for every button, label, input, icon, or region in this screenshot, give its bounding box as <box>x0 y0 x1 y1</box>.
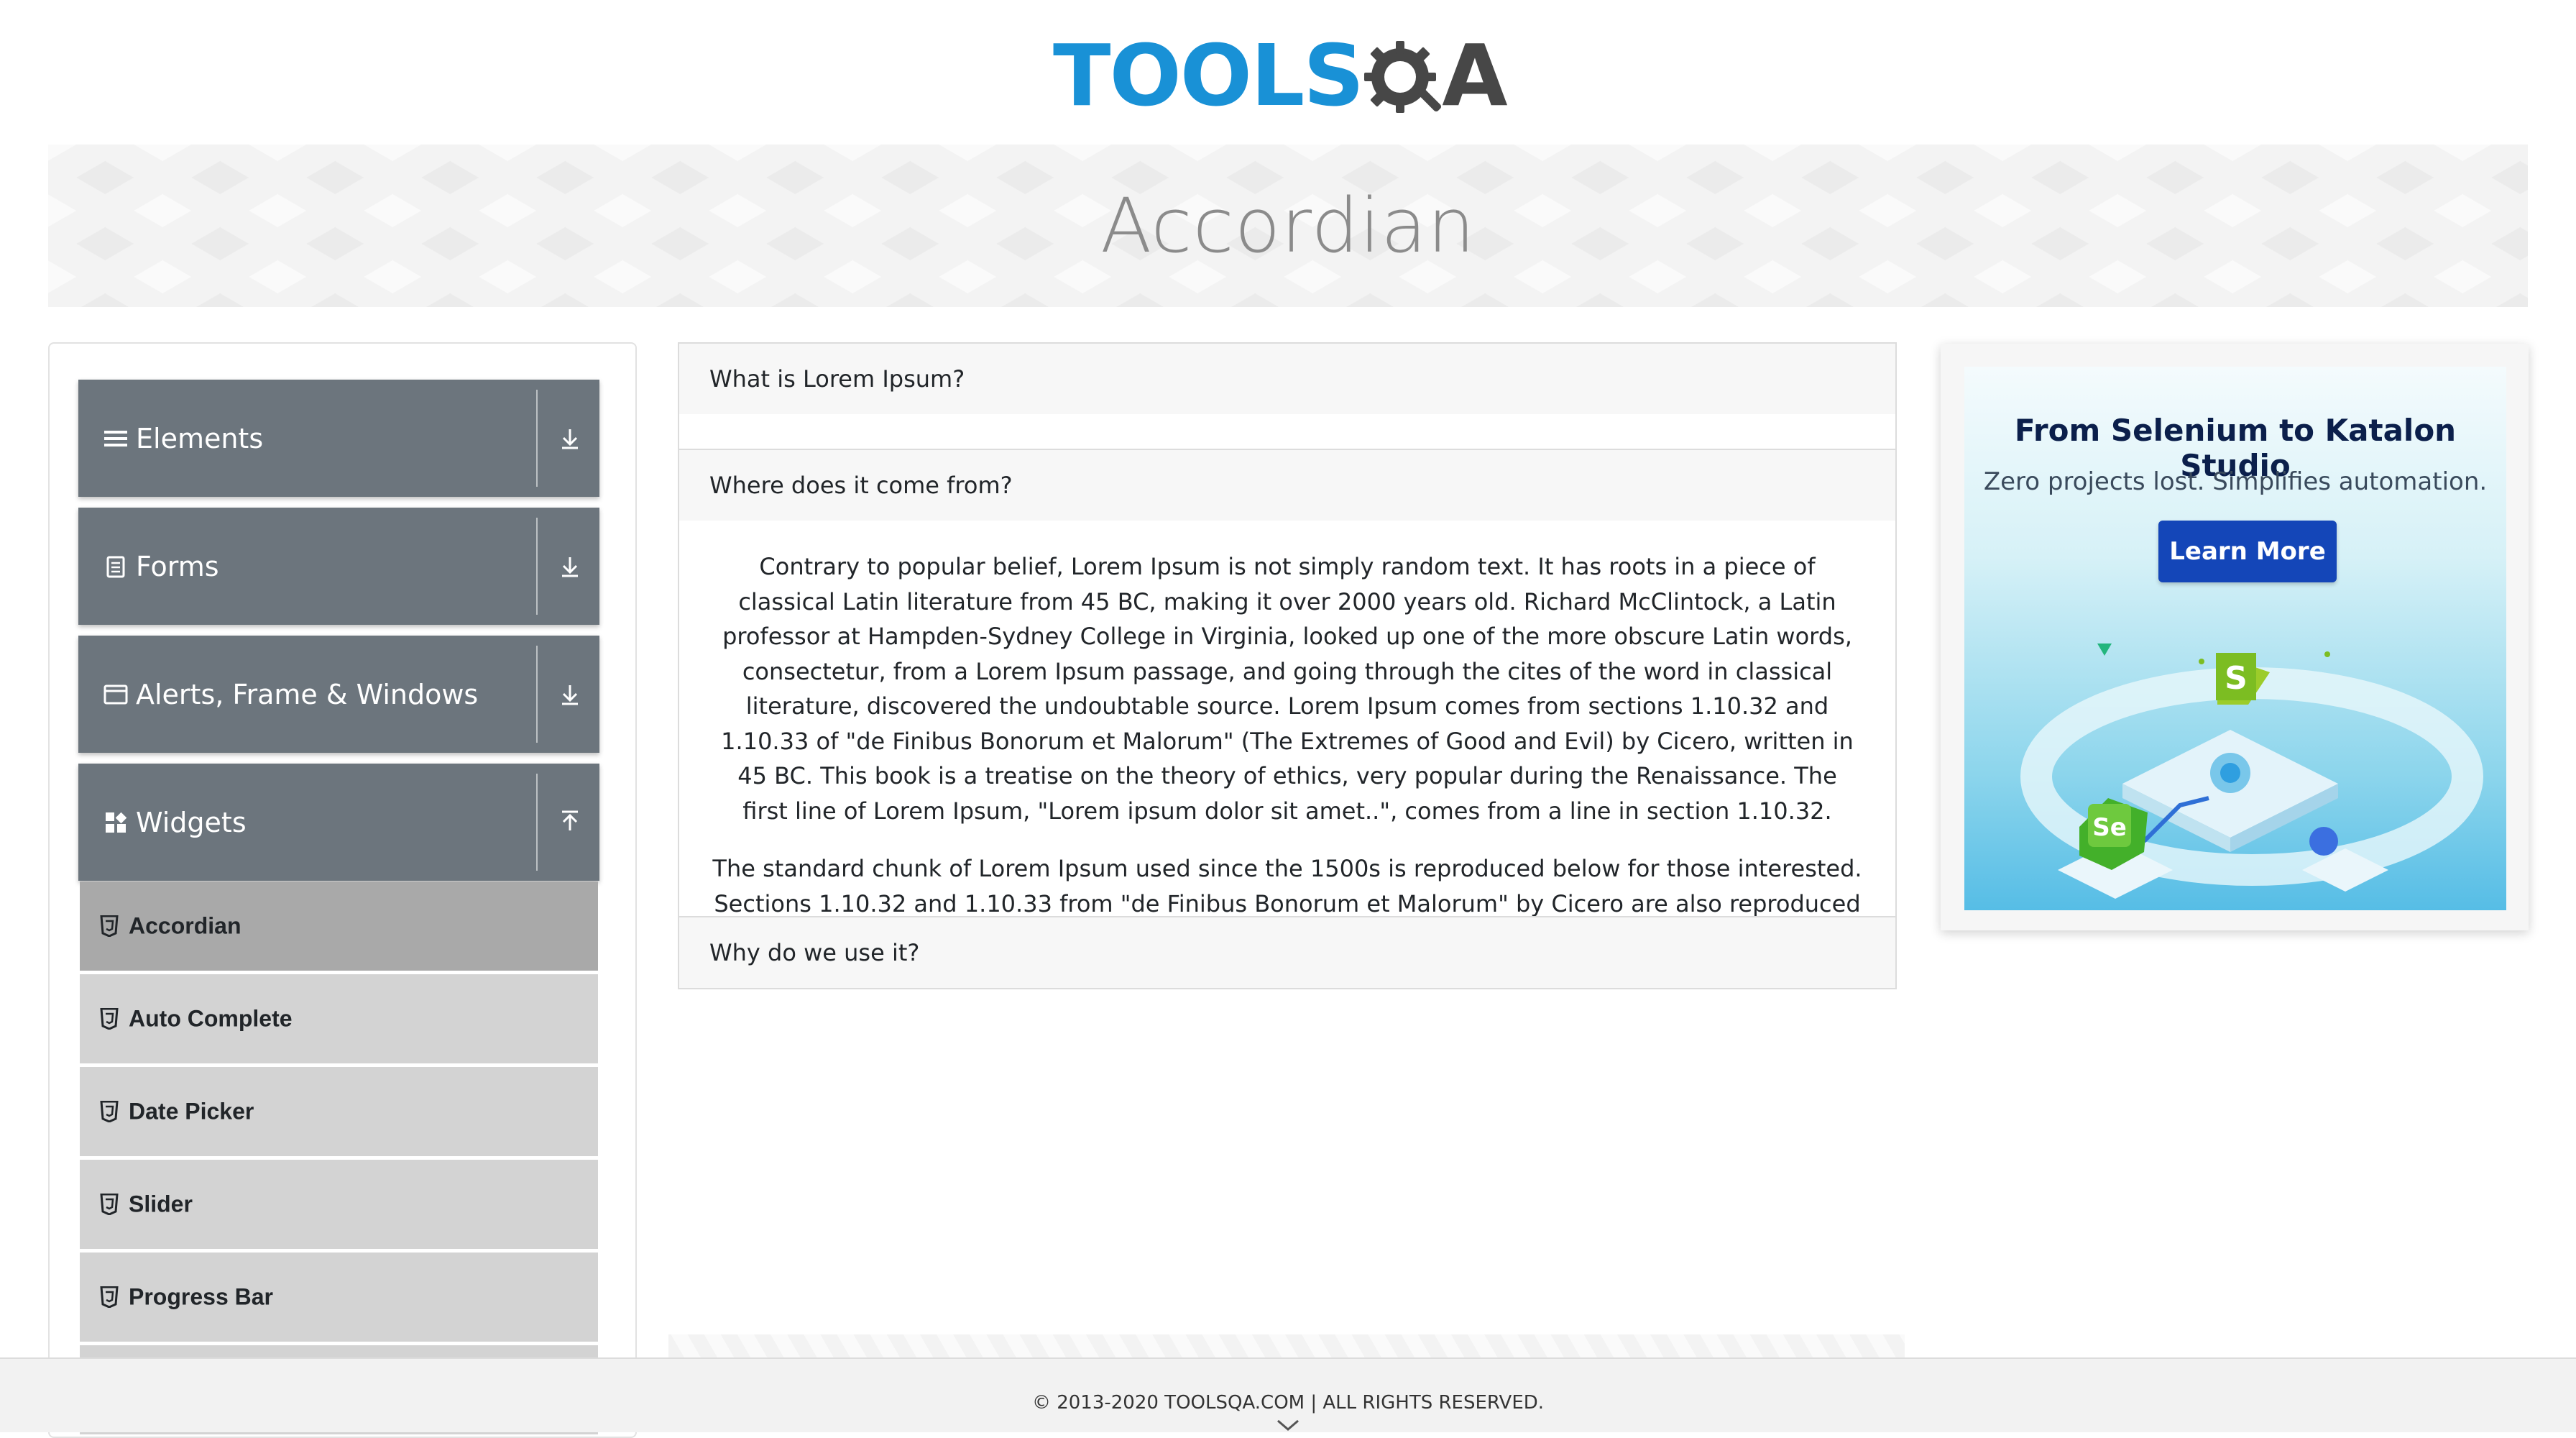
sidebar-item-accordian[interactable]: Accordian <box>80 881 598 971</box>
html5-icon <box>100 915 119 937</box>
sidebar-item-label: Progress Bar <box>129 1283 273 1310</box>
html5-icon <box>100 1194 119 1215</box>
footer: © 2013-2020 TOOLSQA.COM | ALL RIGHTS RES… <box>0 1357 2576 1432</box>
sidebar-group-label: Forms <box>136 550 219 582</box>
sidebar-item-label: Date Picker <box>129 1098 254 1125</box>
ad-subtitle: Zero projects lost. Simplifies automatio… <box>1983 467 2488 496</box>
sidebar-group-label: Elements <box>136 422 264 454</box>
accordion-body-where-from: Contrary to popular belief, Lorem Ipsum … <box>678 521 1897 916</box>
accordion-header-what-is[interactable]: What is Lorem Ipsum? <box>678 342 1897 416</box>
svg-text:S: S <box>2225 660 2248 697</box>
sidebar-group-alerts[interactable]: Alerts, Frame & Windows <box>78 636 599 753</box>
accordion: What is Lorem Ipsum? Where does it come … <box>678 342 1897 989</box>
sidebar-group-elements[interactable]: Elements <box>78 380 599 497</box>
download-arrow-icon <box>562 429 578 449</box>
sidebar-group-widgets[interactable]: Widgets <box>78 764 599 881</box>
sidebar-group-label: Alerts, Frame & Windows <box>136 678 479 710</box>
learn-more-button[interactable]: Learn More <box>2158 521 2337 582</box>
divider <box>536 774 538 871</box>
hamburger-icon <box>104 430 127 446</box>
page-banner: Accordian <box>48 145 2528 307</box>
sidebar-item-label: Slider <box>129 1191 193 1217</box>
sidebar-item-label: Accordian <box>129 912 242 939</box>
widgets-icon <box>106 812 127 833</box>
accordion-heading: Why do we use it? <box>709 939 920 966</box>
sidebar-group-label: Widgets <box>136 806 247 838</box>
accordion-heading: Where does it come from? <box>709 472 1013 499</box>
sidebar-item-label: Auto Complete <box>129 1005 293 1032</box>
form-icon <box>106 556 125 577</box>
download-arrow-icon <box>562 557 578 577</box>
accordion-heading: What is Lorem Ipsum? <box>709 365 965 393</box>
left-sidebar: Elements Forms Alerts, Frame & Windows W… <box>48 342 637 1438</box>
download-arrow-icon <box>562 684 578 705</box>
divider <box>536 518 538 615</box>
logo-text: TOOLS <box>1053 26 1364 125</box>
accordion-paragraph: Contrary to popular belief, Lorem Ipsum … <box>721 553 1854 825</box>
katalon-ad[interactable]: From Selenium to Katalon Studio Zero pro… <box>1964 367 2506 910</box>
accordion-header-why-use[interactable]: Why do we use it? <box>678 916 1897 989</box>
html5-icon <box>100 1286 119 1308</box>
page-title: Accordian <box>1100 182 1476 270</box>
sidebar-group-forms[interactable]: Forms <box>78 508 599 625</box>
html5-icon <box>100 1101 119 1122</box>
sidebar-item-progress-bar[interactable]: Progress Bar <box>80 1252 598 1342</box>
ad-illustration: Se S <box>2020 644 2483 899</box>
chevron-down-icon[interactable] <box>1275 1418 1301 1432</box>
accordion-collapsed-body <box>678 414 1897 449</box>
accordion-paragraph: The standard chunk of Lorem Ipsum used s… <box>712 855 1862 916</box>
svg-text:Se: Se <box>2092 813 2127 842</box>
toolsqa-logo[interactable]: TOOLS A <box>1053 22 1535 129</box>
ad-pattern-strip <box>668 1334 1905 1359</box>
accordion-header-where-from[interactable]: Where does it come from? <box>678 449 1897 522</box>
sidebar-item-slider[interactable]: Slider <box>80 1160 598 1249</box>
gear-magnifier-icon <box>1364 41 1442 113</box>
divider <box>536 390 538 487</box>
upload-arrow-icon <box>562 810 578 830</box>
window-icon <box>104 684 128 704</box>
divider <box>536 646 538 743</box>
sidebar-item-date-picker[interactable]: Date Picker <box>80 1067 598 1156</box>
logo-letter: A <box>1442 26 1508 125</box>
footer-copyright: © 2013-2020 TOOLSQA.COM | ALL RIGHTS RES… <box>1031 1392 1545 1414</box>
sidebar-item-auto-complete[interactable]: Auto Complete <box>80 974 598 1063</box>
html5-icon <box>100 1008 119 1030</box>
